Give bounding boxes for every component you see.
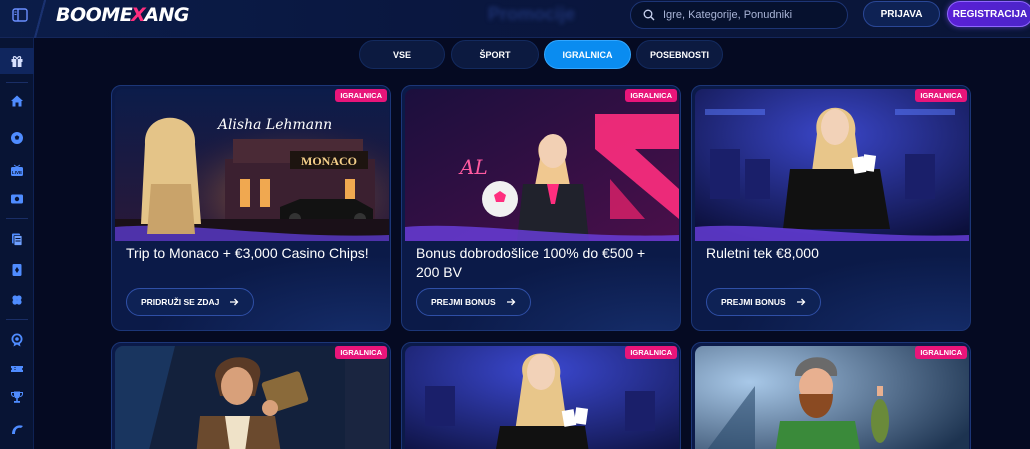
- category-badge: IGRALNICA: [915, 346, 967, 359]
- gift-icon: [11, 56, 23, 67]
- button-label: PRIDRUŽI SE ZDAJ: [141, 297, 220, 307]
- button-label: PREJMI BONUS: [721, 297, 786, 307]
- promo-card-monaco[interactable]: MONACO Alisha Lehmann IGRALNICA Trip to …: [111, 85, 391, 331]
- promo-title: Bonus dobrodošlice 100% do €500 + 200 BV: [416, 245, 646, 280]
- adventurer-illustration: [115, 346, 389, 449]
- arrow-right-icon: [796, 298, 806, 306]
- sidebar-item-loyalty[interactable]: [0, 327, 34, 353]
- promo-card-adventurer[interactable]: IGRALNICA: [111, 342, 391, 449]
- ticket-icon: [11, 366, 23, 372]
- roulette-race-image: [695, 89, 969, 241]
- tab-sport[interactable]: ŠPORT: [451, 40, 539, 69]
- search-box[interactable]: [630, 1, 848, 29]
- sidebar: LIVE: [0, 38, 34, 449]
- home-icon: [11, 95, 23, 107]
- category-badge: IGRALNICA: [625, 89, 677, 102]
- login-button[interactable]: PRIJAVA: [863, 1, 940, 27]
- boomerang-icon: [12, 425, 23, 434]
- promo-card-roulette-race[interactable]: IGRALNICA Ruletni tek €8,000 PREJMI BONU…: [691, 85, 971, 331]
- category-badge: IGRALNICA: [335, 89, 387, 102]
- logo-text-left: BOOME: [56, 4, 133, 26]
- boomerang-logo[interactable]: BOOME X ANG: [56, 4, 190, 26]
- betslip-icon: [12, 233, 23, 246]
- sidebar-divider: [6, 319, 28, 320]
- roulette-race-illustration: [695, 89, 969, 241]
- welcome-bonus-image: AL: [405, 89, 679, 241]
- monaco-sign: MONACO: [301, 154, 357, 168]
- get-bonus-button[interactable]: PREJMI BONUS: [416, 288, 531, 316]
- sidebar-item-casino[interactable]: [0, 257, 34, 283]
- svg-text:LIVE: LIVE: [12, 170, 22, 175]
- live-casino-dealer-illustration: [405, 346, 679, 449]
- join-now-button[interactable]: PRIDRUŽI SE ZDAJ: [126, 288, 255, 316]
- clover-icon: [12, 295, 22, 305]
- fisherman-illustration: [695, 346, 969, 449]
- search-icon: [643, 9, 655, 21]
- signature-text: Alisha Lehmann: [216, 117, 332, 133]
- register-button[interactable]: REGISTRACIJA: [947, 1, 1030, 27]
- arrow-right-icon: [230, 298, 239, 306]
- sidebar-item-boomerang[interactable]: [0, 417, 34, 443]
- sidebar-item-live[interactable]: LIVE: [0, 158, 34, 184]
- page-title: Promocije: [488, 4, 576, 24]
- soccer-ball-icon: [11, 132, 23, 144]
- live-icon: LIVE: [11, 164, 23, 176]
- logo-text-right: ANG: [144, 4, 190, 26]
- sidebar-item-home[interactable]: [0, 88, 34, 114]
- tab-igralnica[interactable]: IGRALNICA: [544, 40, 631, 69]
- tab-posebnosti[interactable]: POSEBNOSTI: [636, 40, 723, 69]
- category-badge: IGRALNICA: [915, 89, 967, 102]
- promo-title: Trip to Monaco + €3,000 Casino Chips!: [126, 245, 369, 261]
- category-badge: IGRALNICA: [625, 346, 677, 359]
- search-input[interactable]: [663, 9, 843, 21]
- adventurer-promo-image: [115, 346, 389, 449]
- sidebar-item-promotions[interactable]: [0, 48, 34, 74]
- sidebar-item-tickets[interactable]: [0, 356, 34, 382]
- sidebar-item-betslips[interactable]: [0, 226, 34, 252]
- fisherman-promo-image: [695, 346, 969, 449]
- live-casino-dealer-image: [405, 346, 679, 449]
- sidebar-item-virtual[interactable]: [0, 186, 34, 212]
- tab-vse[interactable]: VSE: [359, 40, 445, 69]
- monaco-promo-image: MONACO Alisha Lehmann: [115, 89, 389, 241]
- logo-divider: [33, 0, 47, 38]
- welcome-bonus-illustration: AL: [405, 89, 679, 241]
- signature-text: AL: [458, 155, 488, 179]
- sidebar-item-sport[interactable]: [0, 125, 34, 151]
- promo-card-live-casino[interactable]: IGRALNICA: [401, 342, 681, 449]
- promo-title: Ruletni tek €8,000: [706, 245, 819, 261]
- badge-icon: [11, 333, 23, 347]
- trophy-icon: [11, 391, 23, 403]
- monaco-promo-illustration: MONACO Alisha Lehmann: [115, 89, 389, 241]
- category-badge: IGRALNICA: [335, 346, 387, 359]
- promo-card-fisherman[interactable]: IGRALNICA: [691, 342, 971, 449]
- sidebar-divider: [6, 82, 28, 83]
- sidebar-divider: [6, 218, 28, 219]
- button-label: PREJMI BONUS: [431, 297, 496, 307]
- top-bar: BOOMEXANG Promocije PRIJAVA REGISTRACIJA: [0, 0, 1030, 38]
- virtual-sports-icon: [11, 194, 23, 204]
- get-bonus-button[interactable]: PREJMI BONUS: [706, 288, 821, 316]
- arrow-right-icon: [506, 298, 516, 306]
- promo-card-welcome-bonus[interactable]: AL IGRALNICA Bonus dobrodošlice 100% do …: [401, 85, 681, 331]
- casino-card-icon: [12, 264, 22, 276]
- sidebar-item-tournaments[interactable]: [0, 384, 34, 410]
- sidebar-toggle-icon: [12, 8, 28, 22]
- sidebar-item-lucky[interactable]: [0, 287, 34, 313]
